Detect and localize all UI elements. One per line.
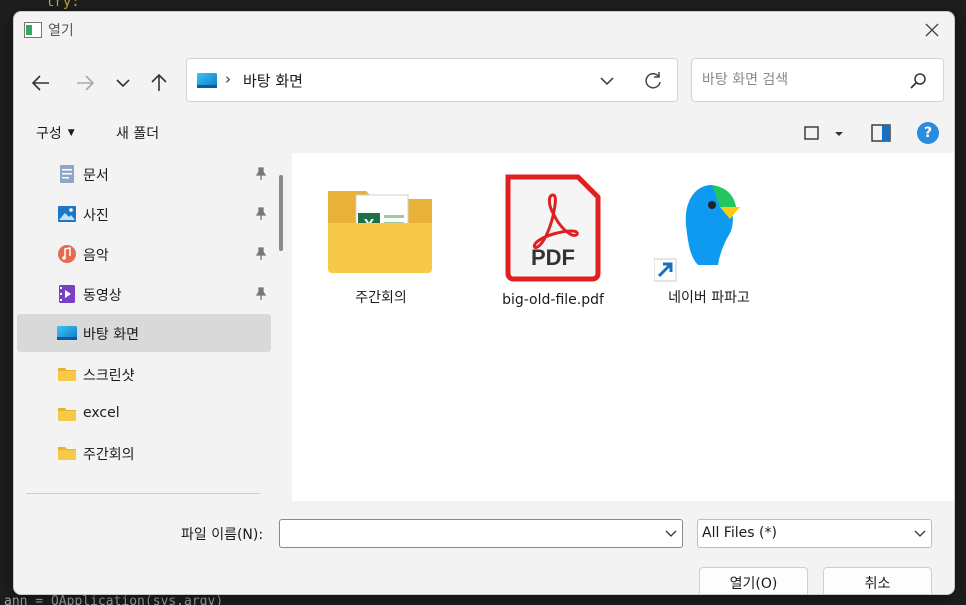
title-bar: 열기 xyxy=(14,12,954,48)
dialog-footer: 파일 이름(N): All Files (*) 열기(O) 취소 xyxy=(14,501,954,594)
file-name: 주간회의 xyxy=(355,290,407,306)
open-file-dialog: 열기 › 바탕 화면 바탕 화면 검색 구성 ▼ 새 폴더 ? 문서 사진 음악… xyxy=(13,11,955,595)
organize-menu-button[interactable]: 구성 ▼ xyxy=(36,120,75,146)
sidebar-item-music[interactable]: 음악 xyxy=(17,235,271,273)
chevron-down-icon xyxy=(116,79,130,88)
sidebar-item-screenshots[interactable]: 스크린샷 xyxy=(17,355,271,393)
filename-label: 파일 이름(N): xyxy=(181,527,264,543)
sidebar-item-excel[interactable]: excel xyxy=(17,395,271,433)
up-button[interactable] xyxy=(144,68,174,98)
folder-icon xyxy=(58,447,76,460)
forward-button[interactable] xyxy=(70,68,100,98)
navigation-pane: 문서 사진 음악 동영상 바탕 화면 스크린샷 excel 주간회의 xyxy=(14,153,284,501)
pin-icon xyxy=(255,167,267,180)
organize-label: 구성 xyxy=(36,126,62,142)
editor-code-text: try: xyxy=(46,0,80,10)
breadcrumb-location[interactable]: 바탕 화면 xyxy=(243,70,303,91)
caret-down-icon: ▼ xyxy=(67,128,75,138)
pin-icon xyxy=(255,247,267,260)
arrow-up-icon xyxy=(151,73,167,91)
sidebar-item-label: 바탕 화면 xyxy=(83,327,139,343)
sidebar-item-label: 음악 xyxy=(83,248,109,264)
search-box[interactable] xyxy=(691,58,944,102)
filename-combobox[interactable] xyxy=(279,519,683,548)
search-icon[interactable] xyxy=(908,71,928,91)
file-item-weekly-meeting[interactable]: X 주간회의 xyxy=(326,173,436,313)
close-icon xyxy=(925,23,939,37)
sidebar-item-label: 동영상 xyxy=(83,288,122,304)
sidebar-divider xyxy=(26,493,260,494)
documents-icon xyxy=(60,165,74,183)
cancel-button[interactable]: 취소 xyxy=(823,567,932,594)
sidebar-item-label: 문서 xyxy=(83,168,109,184)
chevron-down-icon[interactable] xyxy=(664,526,678,540)
music-icon xyxy=(58,245,76,263)
pictures-icon xyxy=(58,206,76,222)
change-view-button[interactable] xyxy=(804,124,844,144)
address-bar[interactable]: › 바탕 화면 xyxy=(186,58,678,102)
close-button[interactable] xyxy=(910,12,954,48)
papago-shortcut-icon xyxy=(654,175,762,282)
preview-pane-icon[interactable] xyxy=(871,124,891,142)
videos-icon xyxy=(59,285,75,303)
arrow-right-icon xyxy=(77,75,95,91)
svg-text:PDF: PDF xyxy=(531,245,575,270)
excel-folder-icon: X xyxy=(328,191,432,273)
new-folder-button[interactable]: 새 폴더 xyxy=(116,120,159,146)
pdf-icon: PDF xyxy=(505,174,601,282)
help-button[interactable]: ? xyxy=(917,122,939,144)
file-item-papago-shortcut[interactable]: 네이버 파파고 xyxy=(654,173,764,313)
sidebar-item-label: 사진 xyxy=(83,208,109,224)
new-folder-label: 새 폴더 xyxy=(116,126,160,142)
file-name: big-old-file.pdf xyxy=(502,292,604,308)
file-type-select[interactable]: All Files (*) xyxy=(697,519,932,548)
sidebar-item-weekly-meeting[interactable]: 주간회의 xyxy=(17,434,271,472)
refresh-icon[interactable] xyxy=(642,70,664,92)
desktop-icon xyxy=(197,73,217,88)
pin-icon xyxy=(255,287,267,300)
dialog-title: 열기 xyxy=(48,23,74,39)
sidebar-item-label: excel xyxy=(83,405,120,421)
editor-code-text-bottom: ann = QApplication(sys.argv) xyxy=(4,594,224,605)
arrow-left-icon xyxy=(31,75,49,91)
filename-input[interactable] xyxy=(286,524,656,544)
search-input[interactable] xyxy=(702,69,902,91)
sidebar-item-documents[interactable]: 문서 xyxy=(17,155,271,193)
file-name: 네이버 파파고 xyxy=(668,290,750,306)
folder-icon xyxy=(58,408,76,421)
sidebar-item-label: 스크린샷 xyxy=(83,368,135,384)
pin-icon xyxy=(255,207,267,220)
desktop-icon xyxy=(57,326,77,340)
chevron-down-icon xyxy=(914,530,926,537)
sidebar-item-videos[interactable]: 동영상 xyxy=(17,275,271,313)
recent-locations-button[interactable] xyxy=(108,68,138,98)
breadcrumb-separator: › xyxy=(225,70,231,88)
sidebar-item-label: 주간회의 xyxy=(83,447,135,463)
folder-icon xyxy=(58,368,76,381)
sidebar-scrollbar[interactable] xyxy=(279,175,283,251)
sidebar-item-desktop[interactable]: 바탕 화면 xyxy=(17,314,271,352)
window-app-icon xyxy=(24,22,42,38)
chevron-down-icon[interactable] xyxy=(597,71,617,91)
file-type-value: All Files (*) xyxy=(702,525,777,541)
file-list-pane: X 주간회의 PDF big-old-file.pdf xyxy=(292,153,954,501)
back-button[interactable] xyxy=(26,68,56,98)
sidebar-item-pictures[interactable]: 사진 xyxy=(17,195,271,233)
file-item-pdf[interactable]: PDF big-old-file.pdf xyxy=(498,173,608,313)
open-button[interactable]: 열기(O) xyxy=(699,567,808,594)
